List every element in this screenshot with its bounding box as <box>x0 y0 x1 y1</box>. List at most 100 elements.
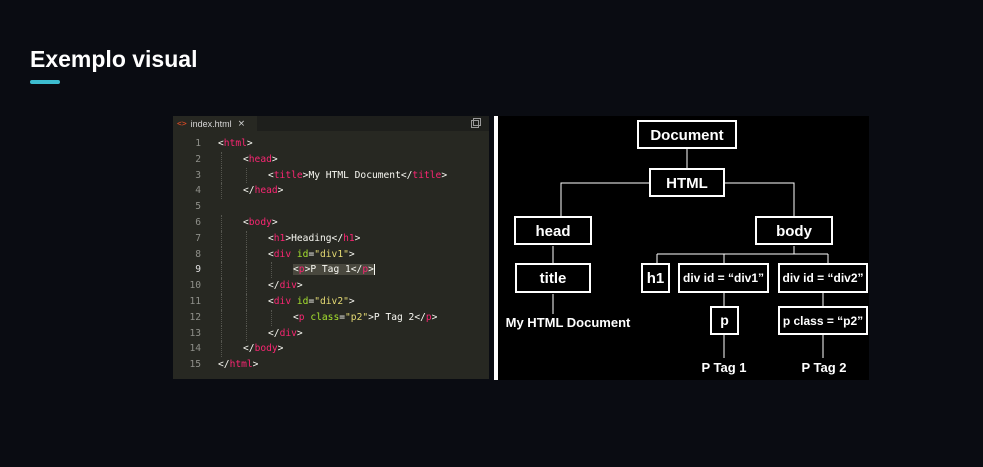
indent-guide <box>221 309 223 326</box>
code-line[interactable]: 12 <p class="p2">P Tag 2</p> <box>173 309 489 326</box>
code-token: > <box>246 138 253 149</box>
code-line[interactable]: 9 <p>P Tag 1</p> <box>173 262 489 279</box>
indent-guide <box>246 293 248 310</box>
code-token: > <box>348 295 355 307</box>
code-token: > <box>296 280 303 292</box>
code-token: > <box>431 311 438 323</box>
code-line[interactable]: 5 <box>173 199 489 215</box>
node-head: head <box>535 223 570 240</box>
code-token: h1 <box>273 232 286 244</box>
indent-guide <box>246 278 248 294</box>
node-document: Document <box>650 127 723 144</box>
indent-guide <box>221 167 223 184</box>
code-token: > <box>271 216 278 228</box>
indent-guide <box>221 325 223 342</box>
code-token: >My HTML Document</ <box>302 169 413 181</box>
code-token: "div2" <box>314 295 349 307</box>
line-number: 10 <box>189 280 201 292</box>
node-p2: p class = “p2” <box>783 314 863 328</box>
code-token: p <box>298 264 305 276</box>
node-div2: div id = “div2” <box>782 271 863 285</box>
code-token: title <box>273 169 303 181</box>
code-token: body <box>254 343 278 355</box>
code-token: div <box>273 248 292 260</box>
code-token: html <box>223 138 247 149</box>
code-text: </body> <box>243 341 283 357</box>
code-text: <div id="div1"> <box>268 247 355 263</box>
code-line[interactable]: 11 <div id="div2"> <box>173 293 489 310</box>
code-line[interactable]: 10 </div> <box>173 278 489 294</box>
code-token: > <box>252 359 259 371</box>
line-number: 6 <box>195 216 201 228</box>
code-token: div <box>279 327 297 339</box>
line-number: 5 <box>195 201 201 213</box>
code-token: html <box>229 359 253 371</box>
code-text: <p class="p2">P Tag 2</p> <box>293 310 437 326</box>
code-lines[interactable]: 1 <html> 2 <head> 3 <title>My HTML Document</… <box>173 136 489 373</box>
code-line[interactable]: 3 <title>My HTML Document</title> <box>173 167 489 184</box>
indent-guide <box>221 246 223 263</box>
code-token: > <box>348 248 355 260</box>
tab-filename: index.html <box>190 118 232 129</box>
dom-tree-diagram: Document HTML head body title h1 div id … <box>498 116 869 380</box>
split-editor-icon[interactable] <box>471 118 481 128</box>
code-line[interactable]: 7 <h1>Heading</h1> <box>173 230 489 247</box>
edge-html-head <box>560 182 649 216</box>
text-title-content: My HTML Document <box>506 315 631 330</box>
indent-guide <box>271 309 273 326</box>
indent-guide <box>221 293 223 310</box>
code-line[interactable]: 1 <html> <box>173 136 489 152</box>
code-line[interactable]: 6 <body> <box>173 214 489 231</box>
line-number: 3 <box>195 169 201 181</box>
close-icon[interactable]: × <box>238 119 246 129</box>
code-token: div <box>273 295 292 307</box>
code-line[interactable]: 14 </body> <box>173 341 489 358</box>
editor-tab[interactable]: <> index.html × <box>173 116 257 131</box>
code-editor: <> index.html × 1 <html> 2 <head> 3 <title>My… <box>173 116 489 379</box>
line-number: 12 <box>189 311 201 323</box>
code-token: "p2" <box>345 311 369 323</box>
code-line[interactable]: 4 </head> <box>173 183 489 200</box>
editor-tab-bar: <> index.html × <box>173 116 489 131</box>
code-token: h1 <box>343 232 355 244</box>
code-line[interactable]: 13 </div> <box>173 325 489 342</box>
text-p2-content: P Tag 2 <box>801 360 846 375</box>
code-text: <title>My HTML Document</title> <box>268 168 447 184</box>
code-text: <html> <box>218 136 253 152</box>
node-body: body <box>776 223 812 240</box>
tree-node-labels: Document HTML head body title h1 div id … <box>506 127 864 375</box>
html-file-icon: <> <box>177 119 187 128</box>
code-token: "div1" <box>314 248 349 260</box>
node-html: HTML <box>666 175 708 192</box>
code-token: </ <box>243 185 255 197</box>
code-line[interactable]: 8 <div id="div1"> <box>173 246 489 263</box>
code-text: </div> <box>268 278 303 294</box>
code-text: <body> <box>243 215 278 231</box>
code-token: id <box>296 295 309 307</box>
code-token: > <box>354 232 361 244</box>
node-h1: h1 <box>647 270 665 287</box>
text-p1-content: P Tag 1 <box>701 360 746 375</box>
code-token: > <box>277 185 284 197</box>
node-div1: div id = “div1” <box>683 271 764 285</box>
line-number: 1 <box>195 138 201 149</box>
code-token: > <box>271 153 278 165</box>
text-cursor <box>373 263 375 275</box>
code-text: </html> <box>218 357 258 373</box>
line-number: 8 <box>195 248 201 260</box>
code-token: body <box>248 216 272 228</box>
code-token: >P Tag 1</ <box>304 264 363 276</box>
line-number: 7 <box>195 232 201 244</box>
code-line[interactable]: 15 </html> <box>173 357 489 373</box>
code-token: > <box>296 327 303 339</box>
edge-html-body <box>725 182 795 216</box>
code-token: class <box>310 311 340 323</box>
code-token: head <box>254 185 278 197</box>
code-text: <h1>Heading</h1> <box>268 231 360 247</box>
code-line[interactable]: 2 <head> <box>173 151 489 168</box>
code-token: head <box>248 153 272 165</box>
dom-tree-svg: Document HTML head body title h1 div id … <box>506 120 868 375</box>
indent-guide <box>271 262 273 279</box>
indent-guide <box>221 151 223 168</box>
indent-guide <box>221 230 223 247</box>
